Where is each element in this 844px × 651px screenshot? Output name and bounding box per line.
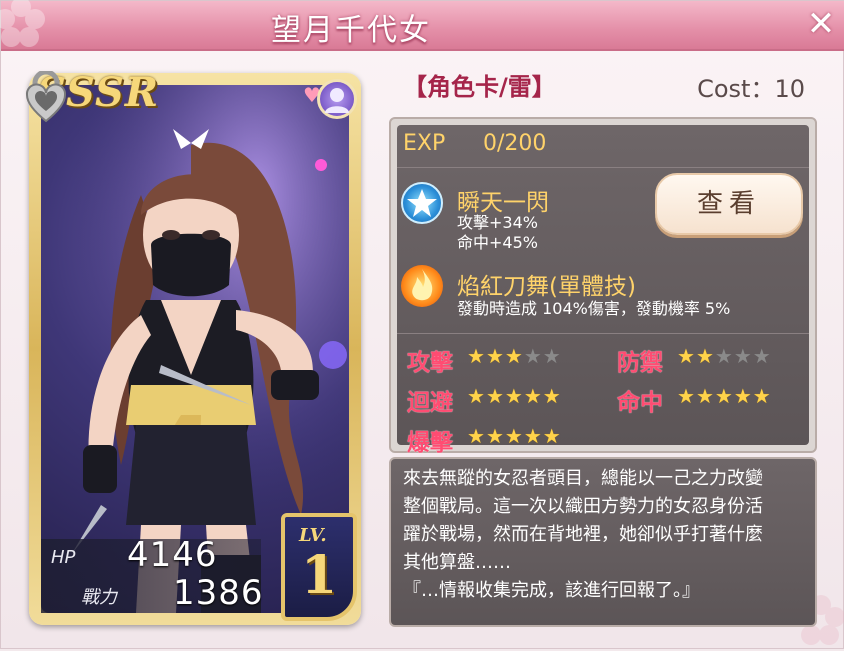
lock-icon[interactable] [25, 71, 67, 123]
star-filled-icon: ★ [695, 384, 715, 408]
title-bar: 望月千代女 ✕ [1, 1, 844, 51]
exp-value: 0/200 [483, 131, 547, 156]
star-filled-icon: ★ [504, 384, 524, 408]
level-label: LV. [299, 525, 327, 546]
divider [397, 333, 809, 334]
star-filled-icon: ★ [695, 344, 715, 368]
hp-value: 4146 [127, 535, 218, 575]
skill-name-2: 焰紅刀舞(單體技) [457, 274, 636, 300]
star-filled-icon: ★ [677, 344, 696, 368]
close-button[interactable]: ✕ [803, 7, 839, 43]
star-filled-icon: ★ [467, 384, 486, 408]
exp-label: EXP [403, 131, 446, 156]
star-empty-icon: ★ [542, 344, 562, 368]
skill-desc-1a: 攻擊+34% [457, 213, 538, 232]
view-button[interactable]: 查看 [655, 173, 803, 235]
star-filled-icon: ★ [485, 424, 505, 448]
level-badge: LV. 1 [281, 513, 357, 621]
star-filled-icon: ★ [504, 424, 524, 448]
star-filled-icon: ★ [504, 344, 524, 368]
character-description: 來去無蹤的女忍者頭目，總能以一己之力改變 整個戰局。這一次以織田方勢力的女忍身份… [403, 468, 763, 601]
cost-label: Cost：10 [697, 75, 805, 103]
flame-skill-icon [401, 265, 443, 307]
attr-label-accuracy: 命中 [617, 390, 663, 416]
power-value: 1386 [173, 573, 264, 613]
attr-stars-attack: ★★★★★ [467, 345, 562, 367]
star-filled-icon: ★ [485, 384, 505, 408]
star-empty-icon: ★ [733, 344, 753, 368]
star-filled-icon: ★ [714, 384, 734, 408]
star-filled-icon: ★ [523, 384, 543, 408]
skill-desc-1b: 命中+45% [457, 233, 538, 252]
star-filled-icon: ★ [523, 424, 543, 448]
star-filled-icon: ★ [733, 384, 753, 408]
power-label: 戰力 [81, 587, 117, 608]
attr-stars-accuracy: ★★★★★ [677, 385, 772, 407]
star-skill-icon [401, 182, 443, 224]
star-filled-icon: ★ [485, 344, 505, 368]
attr-label-critical: 爆擊 [407, 430, 453, 456]
skill-name-1: 瞬天一閃 [457, 190, 549, 216]
character-card[interactable]: SSSR ♥ HP 4146 戰力 1386 LV. 1 [25, 69, 361, 625]
attr-label-evasion: 迴避 [407, 390, 453, 416]
star-filled-icon: ★ [677, 384, 696, 408]
card-stats-plate: HP 4146 戰力 1386 [41, 535, 264, 613]
star-empty-icon: ★ [714, 344, 734, 368]
star-filled-icon: ★ [467, 424, 486, 448]
star-empty-icon: ★ [752, 344, 772, 368]
character-role-icon [317, 79, 357, 119]
attr-label-defense: 防禦 [617, 350, 663, 376]
hp-label: HP [51, 547, 76, 568]
star-filled-icon: ★ [467, 344, 486, 368]
attr-stars-defense: ★★★★★ [677, 345, 772, 367]
card-type-label: 【角色卡/雷】 [403, 73, 556, 101]
attr-stars-critical: ★★★★★ [467, 425, 562, 447]
attr-stars-evasion: ★★★★★ [467, 385, 562, 407]
star-filled-icon: ★ [752, 384, 772, 408]
divider [397, 167, 809, 168]
star-empty-icon: ★ [523, 344, 543, 368]
card-detail-window: 望月千代女 ✕ SSSR ♥ HP 4146 戰力 1386 LV. 1 【角色… [0, 0, 844, 649]
window-title: 望月千代女 [271, 13, 431, 48]
star-filled-icon: ★ [542, 384, 562, 408]
sakura-decoration-icon [0, 0, 45, 47]
star-filled-icon: ★ [542, 424, 562, 448]
level-value: 1 [301, 545, 338, 606]
attr-label-attack: 攻擊 [407, 350, 453, 376]
skill-desc-2: 發動時造成 104%傷害，發動機率 5% [457, 299, 731, 318]
